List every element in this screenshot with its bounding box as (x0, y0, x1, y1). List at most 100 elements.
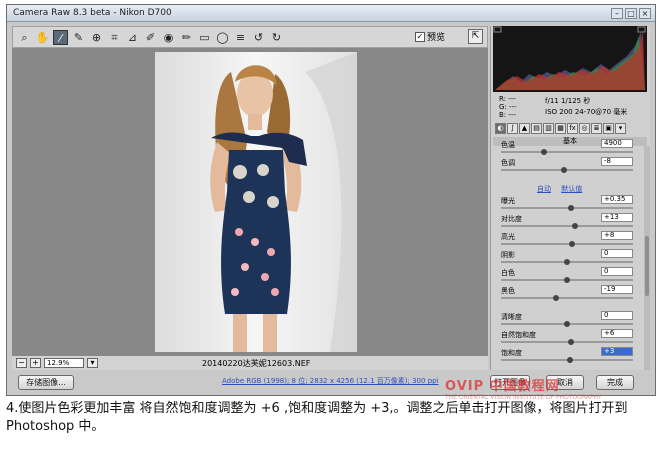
slider-temperature[interactable]: 色温 4900 (501, 139, 633, 158)
slider-track[interactable] (501, 169, 633, 171)
spot-removal-icon[interactable]: ✐ (143, 30, 158, 45)
slider-label: 曝光 (501, 197, 515, 205)
preview-label: 预览 (426, 33, 445, 43)
tab-lens-icon[interactable]: ▦ (555, 123, 566, 134)
slider-knob[interactable] (569, 241, 575, 247)
slider-knob[interactable] (564, 321, 570, 327)
slider-value[interactable]: 0 (601, 267, 633, 276)
graduated-filter-icon[interactable]: ▭ (197, 30, 212, 45)
slider-tint[interactable]: 色调 -8 (501, 157, 633, 176)
panel-menu-icon[interactable]: ▾ (615, 123, 626, 134)
straighten-icon[interactable]: ⊿ (125, 30, 140, 45)
slider-row[interactable]: 自然饱和度 +6 (501, 329, 633, 348)
g-value: G: --- (499, 103, 517, 111)
tint-label: 色调 (501, 159, 515, 167)
slider-track[interactable] (501, 341, 633, 343)
tab-basic-icon[interactable]: ◐ (495, 123, 506, 134)
tab-detail-icon[interactable]: ▲ (519, 123, 530, 134)
slider-knob[interactable] (564, 277, 570, 283)
radial-filter-icon[interactable]: ◯ (215, 30, 230, 45)
slider-label: 黑色 (501, 287, 515, 295)
auto-default-links: 自动 默认值 (537, 184, 590, 194)
slider-track[interactable] (501, 297, 633, 299)
slider-row[interactable]: 阴影 0 (501, 249, 633, 268)
hand-icon[interactable]: ✋ (35, 30, 50, 45)
zoom-icon[interactable]: ⌕ (17, 30, 32, 45)
slider-knob[interactable] (561, 167, 567, 173)
slider-row[interactable]: 曝光 +0.35 (501, 195, 633, 214)
done-button[interactable]: 完成 (596, 375, 634, 390)
slider-label: 对比度 (501, 215, 522, 223)
slider-value[interactable]: +6 (601, 329, 633, 338)
slider-track[interactable] (501, 207, 633, 209)
preview-toggle[interactable]: ✓ 预览 (414, 30, 445, 43)
red-eye-icon[interactable]: ◉ (161, 30, 176, 45)
image-canvas[interactable] (12, 48, 488, 356)
slider-row[interactable]: 黑色 -19 (501, 285, 633, 304)
slider-row[interactable]: 高光 +8 (501, 231, 633, 250)
zoom-bar: − + 12.9% ▾ 20140220达芙妮12603.NEF (12, 356, 488, 370)
window-controls: – □ × (611, 8, 651, 19)
preview-checkbox[interactable]: ✓ (414, 31, 425, 42)
slider-value[interactable]: +0.35 (601, 195, 633, 204)
adjustment-panel: R: --- G: --- B: --- f/11 1/125 秒 ISO 20… (490, 26, 650, 370)
slider-knob[interactable] (553, 295, 559, 301)
workflow-options-link[interactable]: Adobe RGB (1998); 8 位; 2832 x 4256 (12.1… (222, 376, 439, 386)
slider-label: 白色 (501, 269, 515, 277)
exif-line-1: f/11 1/125 秒 (545, 97, 591, 105)
tutorial-caption: 4.使图片色彩更加丰富 将自然饱和度调整为 +6 ,饱和度调整为 +3,。调整之… (6, 401, 628, 434)
tab-camera-calibration-icon[interactable]: ◎ (579, 123, 590, 134)
rotate-cw-icon[interactable]: ↻ (269, 30, 284, 45)
slider-track[interactable] (501, 151, 633, 153)
default-link[interactable]: 默认值 (561, 185, 582, 193)
white-balance-icon[interactable]: ⁄ (53, 29, 68, 45)
slider-knob[interactable] (572, 223, 578, 229)
zoom-in-button[interactable]: + (30, 358, 41, 368)
zoom-level-select[interactable]: 12.9% (44, 358, 84, 368)
watermark-text: OVIP 中国教程网 (445, 379, 560, 394)
maximize-button[interactable]: □ (625, 8, 637, 19)
slider-knob[interactable] (568, 205, 574, 211)
slider-knob[interactable] (541, 149, 547, 155)
slider-row[interactable]: 饱和度 +3 (501, 347, 633, 366)
tab-hsl-icon[interactable]: ▤ (531, 123, 542, 134)
zoom-out-button[interactable]: − (16, 358, 27, 368)
fullscreen-icon[interactable]: ⇱ (468, 29, 483, 44)
histogram (493, 26, 647, 92)
minimize-button[interactable]: – (611, 8, 623, 19)
slider-row[interactable]: 对比度 +13 (501, 213, 633, 232)
slider-track[interactable] (501, 225, 633, 227)
slider-value[interactable]: 0 (601, 249, 633, 258)
tab-split-toning-icon[interactable]: ▥ (543, 123, 554, 134)
slider-value[interactable]: +13 (601, 213, 633, 222)
tint-value[interactable]: -8 (601, 157, 633, 166)
slider-track[interactable] (501, 243, 633, 245)
close-button[interactable]: × (639, 8, 651, 19)
auto-link[interactable]: 自动 (537, 185, 551, 193)
slider-value[interactable]: +8 (601, 231, 633, 240)
adjustment-brush-icon[interactable]: ✏ (179, 30, 194, 45)
exif-info: f/11 1/125 秒 ISO 200 24-70@70 毫米 (545, 96, 627, 118)
tab-presets-icon[interactable]: ≣ (591, 123, 602, 134)
tab-snapshots-icon[interactable]: ▣ (603, 123, 614, 134)
crop-icon[interactable]: ⌗ (107, 30, 122, 45)
slider-knob[interactable] (568, 339, 574, 345)
slider-value[interactable]: -19 (601, 285, 633, 294)
rotate-ccw-icon[interactable]: ↺ (251, 30, 266, 45)
panel-scrollbar[interactable] (644, 146, 650, 370)
slider-knob[interactable] (564, 259, 570, 265)
slider-value[interactable]: +3 (601, 347, 633, 356)
slider-knob[interactable] (567, 357, 573, 363)
slider-row[interactable]: 清晰度 0 (501, 311, 633, 330)
chevron-down-icon[interactable]: ▾ (87, 358, 98, 368)
color-sampler-icon[interactable]: ✎ (71, 30, 86, 45)
temperature-value[interactable]: 4900 (601, 139, 633, 148)
scrollbar-thumb[interactable] (645, 236, 649, 296)
slider-value[interactable]: 0 (601, 311, 633, 320)
tab-effects-icon[interactable]: fx (567, 123, 578, 134)
preferences-icon[interactable]: ≡ (233, 30, 248, 45)
target-adjust-icon[interactable]: ⊕ (89, 30, 104, 45)
save-image-button[interactable]: 存储图像... (18, 375, 74, 390)
slider-row[interactable]: 白色 0 (501, 267, 633, 286)
tab-tone-curve-icon[interactable]: ∫ (507, 123, 518, 134)
